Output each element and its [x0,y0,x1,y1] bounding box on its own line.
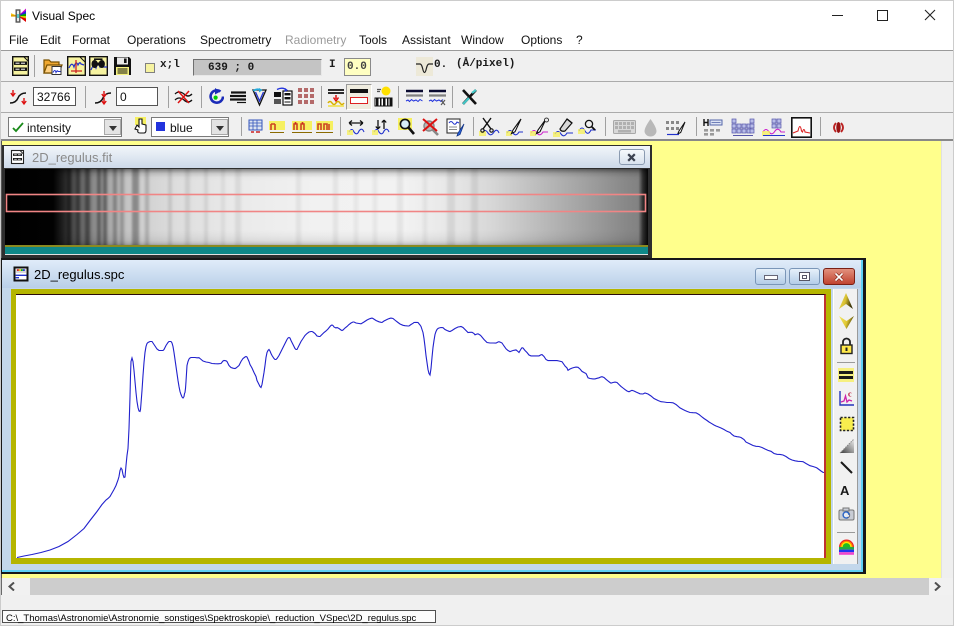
svg-text:c: c [848,390,852,399]
